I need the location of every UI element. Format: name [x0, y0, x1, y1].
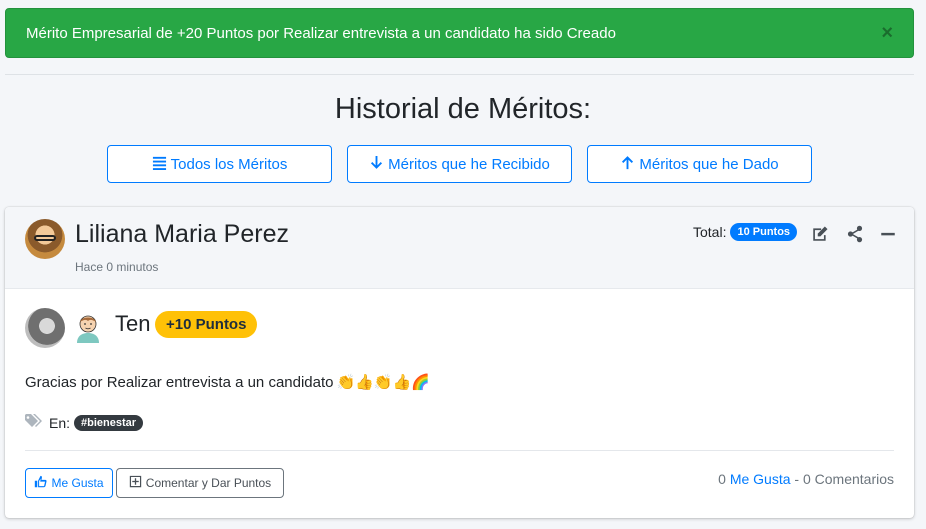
plus-square-icon — [129, 475, 142, 491]
success-alert: Mérito Empresarial de +20 Puntos por Rea… — [5, 8, 914, 58]
comment-button[interactable]: Comentar y Dar Puntos — [116, 468, 284, 498]
tags-icon — [25, 413, 45, 432]
page-title: Historial de Méritos: — [334, 93, 592, 125]
divider — [5, 74, 914, 75]
merit-card: Liliana Maria Perez Hace 0 minutos Total… — [5, 207, 914, 518]
total-points: Total: 10 Puntos — [693, 223, 798, 241]
likes-count: 0 — [718, 471, 726, 487]
tag-badge[interactable]: #bienestar — [74, 414, 144, 431]
all-merits-label: Todos los Méritos — [170, 155, 288, 173]
total-label: Total: — [693, 224, 727, 240]
tags-label: En: — [49, 414, 71, 431]
person-icon — [75, 313, 101, 343]
receiver-avatar[interactable] — [25, 308, 65, 348]
all-merits-button[interactable]: Todos los Méritos — [107, 145, 332, 183]
tags-row: En: #bienestar — [25, 413, 144, 432]
arrow-down-icon — [369, 155, 384, 174]
points-badge: +10 Puntos — [155, 311, 258, 338]
merit-card-header: Liliana Maria Perez Hace 0 minutos Total… — [5, 207, 914, 289]
share-icon[interactable] — [846, 225, 864, 243]
comments-count[interactable]: - 0 Comentarios — [794, 471, 894, 487]
merit-timestamp: Hace 0 minutos — [75, 260, 159, 274]
like-button[interactable]: Me Gusta — [25, 468, 113, 498]
list-icon — [152, 155, 167, 174]
alert-message: Mérito Empresarial de +20 Puntos por Rea… — [26, 24, 616, 42]
likes-link[interactable]: Me Gusta — [730, 471, 791, 487]
received-merits-button[interactable]: Méritos que he Recibido — [347, 145, 572, 183]
like-button-label: Me Gusta — [51, 476, 104, 490]
receiver-name[interactable]: Ten — [115, 311, 150, 337]
edit-icon[interactable] — [811, 225, 829, 243]
given-merits-button[interactable]: Méritos que he Dado — [587, 145, 812, 183]
given-merits-label: Méritos que he Dado — [639, 155, 779, 173]
total-badge: 10 Puntos — [730, 223, 798, 241]
arrow-up-icon — [620, 155, 635, 174]
message-text: Gracias por Realizar entrevista a un can… — [25, 373, 334, 391]
message-emojis: 👏👍👏👍🌈 — [336, 374, 430, 391]
author-name[interactable]: Liliana Maria Perez — [75, 220, 289, 249]
comment-button-label: Comentar y Dar Puntos — [145, 476, 272, 490]
merit-stats: 0 Me Gusta - 0 Comentarios — [718, 471, 894, 487]
card-divider — [25, 450, 894, 451]
close-icon[interactable]: × — [881, 23, 893, 43]
merit-message: Gracias por Realizar entrevista a un can… — [25, 373, 430, 392]
thumbs-up-icon — [34, 475, 48, 491]
author-avatar[interactable] — [25, 219, 65, 259]
received-merits-label: Méritos que he Recibido — [388, 155, 550, 173]
minus-icon[interactable] — [879, 225, 897, 243]
